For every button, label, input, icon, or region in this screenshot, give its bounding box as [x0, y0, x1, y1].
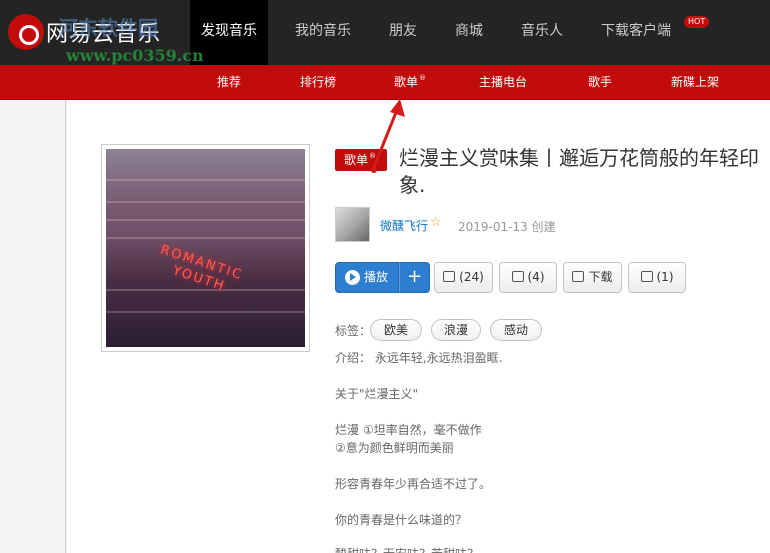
subnav-playlists-label: 歌单	[394, 75, 419, 89]
subnav-radio[interactable]: 主播电台	[479, 65, 527, 100]
intro-line: 你的青春是什么味道的？	[335, 513, 468, 527]
intro-line: ②意为颜色鲜明而美丽	[335, 441, 454, 455]
collect-button[interactable]: (24)	[434, 262, 493, 293]
watermark-url: www.pc0359.cn	[66, 46, 204, 65]
intro-line: 关于"烂漫主义"	[335, 387, 419, 401]
download-button[interactable]: 下载	[563, 262, 622, 293]
add-to-queue-button[interactable]: +	[399, 262, 430, 293]
left-gutter	[0, 100, 66, 553]
play-icon	[345, 270, 360, 285]
nav-store[interactable]: 商城	[446, 0, 492, 65]
playlist-cover: ROMANTIC YOUTH	[101, 144, 310, 352]
registered-mark: ®	[419, 74, 427, 82]
intro-line: 酸甜味？无安味？苦甜味？	[335, 545, 479, 553]
download-icon	[572, 271, 585, 282]
nav-friends[interactable]: 朋友	[380, 0, 426, 65]
created-date: 2019-01-13 创建	[458, 220, 556, 234]
subnav-playlists[interactable]: 歌单®	[394, 65, 426, 100]
share-button[interactable]: (4)	[499, 262, 557, 293]
playlist-title: 烂漫主义赏味集丨邂逅万花筒般的年轻印象.	[399, 146, 759, 197]
tags-label: 标签：	[335, 324, 372, 338]
star-icon: ☆	[430, 215, 442, 230]
avatar[interactable]	[335, 207, 370, 242]
intro-line: 形容青春年少再合适不过了。	[335, 477, 492, 491]
play-button[interactable]: 播放	[335, 262, 399, 293]
logo-icon[interactable]	[8, 14, 44, 50]
hot-badge: HOT	[684, 16, 710, 28]
nav-my-music[interactable]: 我的音乐	[280, 0, 366, 65]
nav-download-client[interactable]: 下载客户端	[594, 0, 678, 65]
comment-button[interactable]: (1)	[628, 262, 686, 293]
subnav-new-albums[interactable]: 新碟上架	[671, 65, 719, 100]
collect-icon	[443, 271, 456, 282]
playlist-badge: 歌单®	[335, 149, 387, 171]
subnav-recommend[interactable]: 推荐	[217, 65, 241, 100]
watermark-text: 河东软件园	[58, 16, 158, 40]
intro-line: 烂漫 ①坦率自然，毫不做作	[335, 423, 482, 437]
tag-chip[interactable]: 浪漫	[431, 319, 481, 341]
sub-nav: 推荐 排行榜 歌单® 主播电台 歌手 新碟上架	[0, 65, 770, 100]
intro-line: 介绍： 永远年轻,永远热泪盈眶.	[335, 351, 503, 365]
share-icon	[511, 271, 524, 282]
tag-chip[interactable]: 感动	[490, 319, 542, 341]
creator-name[interactable]: 微醺飞行	[380, 217, 428, 234]
tag-chip[interactable]: 欧美	[370, 319, 422, 341]
subnav-charts[interactable]: 排行榜	[300, 65, 336, 100]
cover-image: ROMANTIC YOUTH	[106, 149, 305, 347]
comment-icon	[640, 271, 653, 282]
nav-musician[interactable]: 音乐人	[512, 0, 572, 65]
subnav-artists[interactable]: 歌手	[588, 65, 612, 100]
